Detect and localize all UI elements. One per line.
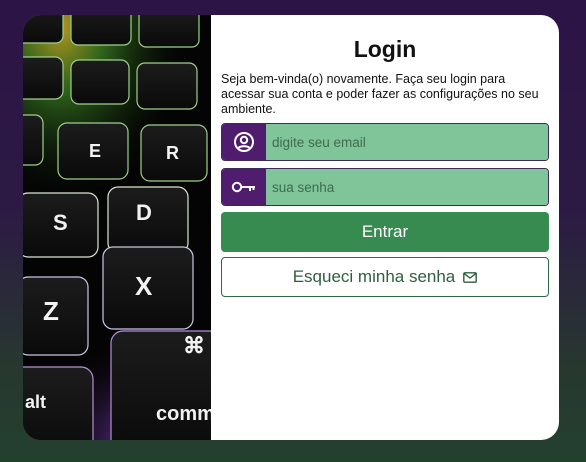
welcome-text: Seja bem-vinda(o) novamente. Faça seu lo… [221,72,539,116]
key-cmd-label: ⌘ [183,333,205,358]
password-field-group [221,168,549,206]
key-e-label: E [89,141,101,161]
key-x-label: X [135,271,153,301]
login-panel: Login Seja bem-vinda(o) novamente. Faça … [211,15,559,440]
key-s-label: S [53,210,68,235]
password-input[interactable] [266,169,548,205]
envelope-icon [463,271,478,283]
page-title: Login [353,36,417,62]
forgot-password-label: Esqueci minha senha [292,267,456,286]
key-r-label: R [166,143,179,163]
key-z-label: Z [43,296,59,326]
email-input[interactable] [266,124,548,160]
key-alt-label: alt [25,392,46,412]
key-d-label: D [136,200,152,225]
login-button[interactable]: Entrar [221,212,549,252]
key-icon [222,169,266,205]
login-card: E R S D Z X ⌘ alt comma Login Seja bem-v… [23,15,559,440]
email-field-group [221,123,549,161]
login-button-label: Entrar [361,222,409,241]
forgot-password-button[interactable]: Esqueci minha senha [221,257,549,297]
user-circle-icon [222,124,266,160]
key-command-label: comma [156,403,211,425]
keyboard-photo: E R S D Z X ⌘ alt comma [23,15,211,440]
